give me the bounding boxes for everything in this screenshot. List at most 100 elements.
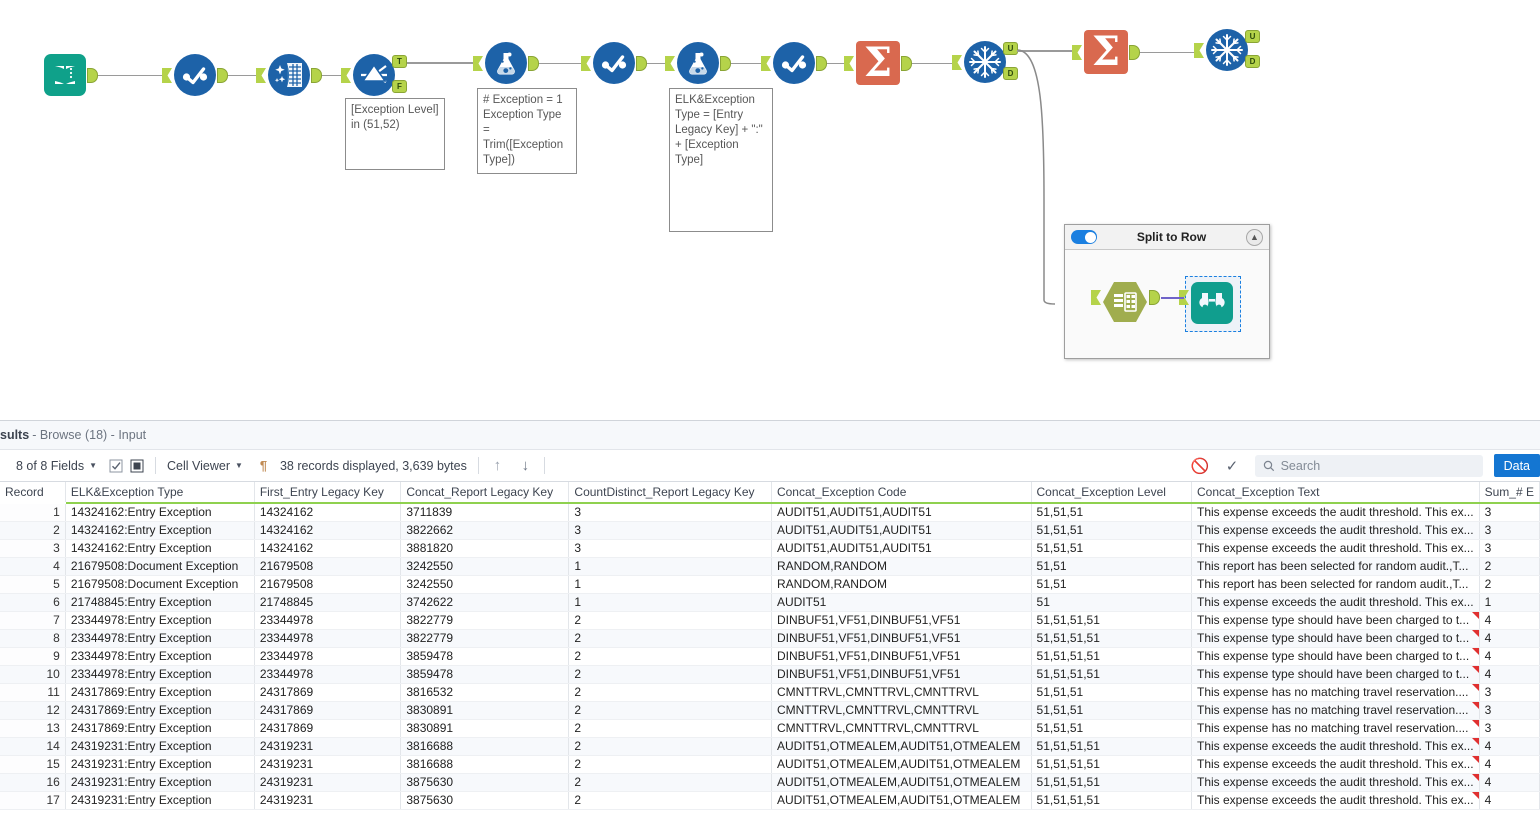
- output-port[interactable]: [901, 56, 912, 71]
- table-cell[interactable]: AUDIT51,OTMEALEM,AUDIT51,OTMEALEM: [771, 755, 1032, 774]
- table-row[interactable]: 16 24319231:Entry Exception 24319231 387563…: [0, 773, 1540, 792]
- table-cell[interactable]: 1: [568, 575, 772, 594]
- table-row[interactable]: 12 24317869:Entry Exception 24317869 383089…: [0, 701, 1540, 720]
- table-cell[interactable]: 21679508:Document Exception: [65, 557, 255, 576]
- table-cell[interactable]: 23344978:Entry Exception: [65, 647, 255, 666]
- input-port[interactable]: [256, 68, 266, 83]
- table-cell[interactable]: 2: [568, 791, 772, 810]
- table-cell[interactable]: 2: [1479, 575, 1540, 594]
- table-cell[interactable]: 3875630: [400, 773, 570, 792]
- table-cell[interactable]: 23344978:Entry Exception: [65, 629, 255, 648]
- formula-annotation-2[interactable]: ELK&Exception Type = [Entry Legacy Key] …: [669, 88, 773, 232]
- table-row[interactable]: 13 24317869:Entry Exception 24317869 383089…: [0, 719, 1540, 738]
- table-cell[interactable]: 3: [1479, 683, 1540, 702]
- output-port[interactable]: [87, 68, 98, 83]
- table-cell[interactable]: This expense exceeds the audit threshold…: [1191, 521, 1480, 540]
- table-row[interactable]: 5 21679508:Document Exception 21679508 3242…: [0, 575, 1540, 594]
- table-cell[interactable]: 3: [568, 503, 772, 522]
- input-port[interactable]: [952, 55, 962, 70]
- table-cell[interactable]: 23344978:Entry Exception: [65, 611, 255, 630]
- table-cell[interactable]: 4: [1479, 611, 1540, 630]
- unique-tool-1[interactable]: [964, 41, 1006, 83]
- table-cell[interactable]: DINBUF51,VF51,DINBUF51,VF51: [771, 665, 1032, 684]
- table-cell[interactable]: 3859478: [400, 665, 570, 684]
- table-cell[interactable]: 2: [568, 629, 772, 648]
- table-cell[interactable]: 3822662: [400, 521, 570, 540]
- connection-wire[interactable]: [98, 74, 162, 76]
- table-cell[interactable]: AUDIT51,OTMEALEM,AUDIT51,OTMEALEM: [771, 773, 1032, 792]
- table-cell[interactable]: 24317869:Entry Exception: [65, 719, 255, 738]
- table-cell[interactable]: This expense type should have been charg…: [1191, 629, 1480, 648]
- table-cell[interactable]: 15: [0, 755, 66, 774]
- table-cell[interactable]: 14324162: [254, 539, 402, 558]
- table-cell[interactable]: 2: [568, 773, 772, 792]
- table-cell[interactable]: 4: [1479, 647, 1540, 666]
- results-grid[interactable]: Record ELK&Exception Type First_Entry Lega…: [0, 482, 1540, 817]
- connection-wire[interactable]: [1140, 51, 1194, 53]
- table-cell[interactable]: 16: [0, 773, 66, 792]
- table-cell[interactable]: 24317869: [254, 683, 402, 702]
- output-port[interactable]: [1149, 290, 1160, 305]
- table-cell[interactable]: This expense type should have been charg…: [1191, 665, 1480, 684]
- formula-tool-2[interactable]: [677, 42, 719, 84]
- table-cell[interactable]: 24319231:Entry Exception: [65, 755, 255, 774]
- deselect-all-icon[interactable]: [129, 458, 144, 473]
- input-port[interactable]: [341, 68, 351, 83]
- table-cell[interactable]: 3: [1479, 503, 1540, 522]
- table-cell[interactable]: 24319231: [254, 755, 402, 774]
- table-cell[interactable]: 2: [568, 611, 772, 630]
- column-header[interactable]: ELK&Exception Type: [65, 482, 255, 504]
- table-cell[interactable]: 3: [1479, 701, 1540, 720]
- table-cell[interactable]: 4: [0, 557, 66, 576]
- table-cell[interactable]: 4: [1479, 791, 1540, 810]
- table-cell[interactable]: 23344978: [254, 665, 402, 684]
- connection-wire[interactable]: [731, 62, 761, 64]
- connection-wire[interactable]: [322, 74, 341, 76]
- table-row[interactable]: 3 14324162:Entry Exception 14324162 3881820…: [0, 539, 1540, 558]
- data-cleansing-tool[interactable]: [268, 54, 310, 96]
- data-button[interactable]: Data: [1493, 454, 1540, 477]
- table-cell[interactable]: 2: [568, 683, 772, 702]
- table-cell[interactable]: 51,51,51: [1031, 539, 1192, 558]
- table-cell[interactable]: 7: [0, 611, 66, 630]
- table-cell[interactable]: 3: [568, 521, 772, 540]
- fields-selector[interactable]: 8 of 8 Fields ▼: [16, 459, 97, 473]
- table-cell[interactable]: 1: [0, 503, 66, 522]
- table-cell[interactable]: 4: [1479, 773, 1540, 792]
- table-cell[interactable]: 14: [0, 737, 66, 756]
- table-cell[interactable]: DINBUF51,VF51,DINBUF51,VF51: [771, 611, 1032, 630]
- table-cell[interactable]: 1: [568, 557, 772, 576]
- select-tool-1[interactable]: [174, 54, 216, 96]
- input-port[interactable]: [581, 56, 591, 71]
- input-port[interactable]: [761, 56, 771, 71]
- table-cell[interactable]: This expense exceeds the audit threshold…: [1191, 539, 1480, 558]
- table-cell[interactable]: 3: [1479, 539, 1540, 558]
- input-data-tool[interactable]: [44, 54, 86, 96]
- output-port-d[interactable]: D: [1003, 67, 1018, 80]
- tool-container[interactable]: Split to Row ▲: [1064, 224, 1270, 359]
- table-cell[interactable]: 2: [568, 719, 772, 738]
- table-cell[interactable]: 24319231: [254, 791, 402, 810]
- table-cell[interactable]: 24317869: [254, 701, 402, 720]
- table-cell[interactable]: 10: [0, 665, 66, 684]
- table-cell[interactable]: 2: [1479, 557, 1540, 576]
- table-cell[interactable]: This report has been selected for random…: [1191, 557, 1480, 576]
- table-cell[interactable]: 51,51,51,51: [1031, 755, 1192, 774]
- output-port-d[interactable]: D: [1245, 55, 1260, 68]
- table-cell[interactable]: 14324162:Entry Exception: [65, 521, 255, 540]
- table-row[interactable]: 17 24319231:Entry Exception 24319231 387563…: [0, 791, 1540, 810]
- table-row[interactable]: 1 14324162:Entry Exception 14324162 3711839…: [0, 503, 1540, 522]
- column-header[interactable]: Concat_Exception Code: [771, 482, 1032, 504]
- cell-viewer-selector[interactable]: Cell Viewer ▼: [167, 459, 243, 473]
- table-cell[interactable]: 24319231:Entry Exception: [65, 791, 255, 810]
- table-cell[interactable]: 3242550: [400, 557, 570, 576]
- table-cell[interactable]: 51,51,51,51: [1031, 773, 1192, 792]
- pilcrow-icon[interactable]: ¶: [256, 458, 271, 473]
- table-cell[interactable]: 2: [0, 521, 66, 540]
- table-cell[interactable]: 3: [0, 539, 66, 558]
- table-cell[interactable]: 3875630: [400, 791, 570, 810]
- table-cell[interactable]: 8: [0, 629, 66, 648]
- table-cell[interactable]: CMNTTRVL,CMNTTRVL,CMNTTRVL: [771, 719, 1032, 738]
- formula-tool-1[interactable]: [485, 42, 527, 84]
- table-cell[interactable]: 23344978:Entry Exception: [65, 665, 255, 684]
